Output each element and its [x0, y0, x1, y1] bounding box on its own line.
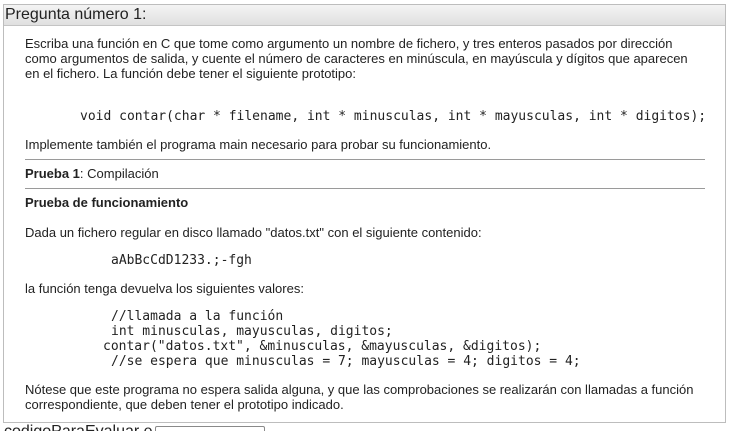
answer-field-row: codigoParaEvaluar e [3, 423, 733, 431]
code-to-evaluate-input[interactable] [155, 426, 265, 431]
question-header: Pregunta número 1: [4, 5, 725, 26]
function-prototype: void contar(char * filename, int * minus… [80, 109, 707, 124]
divider-2 [25, 188, 705, 189]
code-expected-comment: //se espera que minusculas = 7; mayuscul… [111, 354, 581, 369]
test1-desc: : Compilación [79, 166, 159, 181]
intro-text: Escriba una función en C que tome como a… [25, 36, 688, 81]
functional-test-heading: Prueba de funcionamiento [25, 195, 189, 210]
code-declaration: int minusculas, mayusculas, digitos; [111, 324, 393, 339]
file-content: aAbBcCdD1233.;-fgh [111, 253, 252, 268]
question-panel: Pregunta número 1: Escriba una función e… [3, 4, 726, 423]
file-intro: Dada un fichero regular en disco llamado… [25, 225, 482, 240]
code-comment-call: //llamada a la función [111, 309, 284, 324]
final-note: Nótese que este programa no espera salid… [25, 382, 694, 412]
answer-field-label: codigoParaEvaluar e [4, 423, 153, 431]
test1-label: Prueba 1 [25, 166, 80, 181]
return-intro: la función tenga devuelva los siguientes… [25, 281, 304, 296]
code-function-call: contar("datos.txt", &minusculas, &mayusc… [103, 339, 542, 354]
divider-1 [25, 159, 705, 160]
test1-line: Prueba 1: Compilación [25, 166, 159, 181]
implement-note: Implemente también el programa main nece… [25, 137, 492, 152]
